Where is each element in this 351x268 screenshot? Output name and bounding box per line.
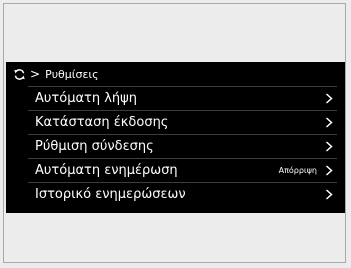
- page-title: Ρυθμίσεις: [45, 67, 99, 81]
- breadcrumb-separator: >: [30, 67, 41, 81]
- chevron-right-icon: [323, 141, 335, 153]
- chevron-right-icon: [323, 117, 335, 129]
- settings-screen: > Ρυθμίσεις Αυτόματη λήψη Κατάσταση έκδο…: [6, 62, 345, 213]
- menu-item-label: Κατάσταση έκδοσης: [35, 115, 169, 130]
- menu-item-label: Ιστορικό ενημερώσεων: [35, 187, 186, 202]
- menu-item-version-status[interactable]: Κατάσταση έκδοσης: [28, 110, 337, 134]
- settings-list: Αυτόματη λήψη Κατάσταση έκδοσης Ρύθμιση …: [6, 86, 345, 206]
- menu-item-value: Απόρριψη: [278, 166, 317, 175]
- menu-item-connection-settings[interactable]: Ρύθμιση σύνδεσης: [28, 134, 337, 158]
- menu-item-update-history[interactable]: Ιστορικό ενημερώσεων: [28, 182, 337, 206]
- sync-icon[interactable]: [13, 68, 26, 81]
- chevron-right-icon: [323, 93, 335, 105]
- menu-item-auto-download[interactable]: Αυτόματη λήψη: [28, 86, 337, 110]
- menu-item-label: Αυτόματη ενημέρωση: [35, 163, 178, 178]
- chevron-right-icon: [323, 165, 335, 177]
- chevron-right-icon: [323, 189, 335, 201]
- menu-item-auto-update[interactable]: Αυτόματη ενημέρωση Απόρριψη: [28, 158, 337, 182]
- menu-item-label: Αυτόματη λήψη: [35, 91, 137, 106]
- menu-item-label: Ρύθμιση σύνδεσης: [35, 139, 154, 154]
- breadcrumb: > Ρυθμίσεις: [6, 62, 345, 86]
